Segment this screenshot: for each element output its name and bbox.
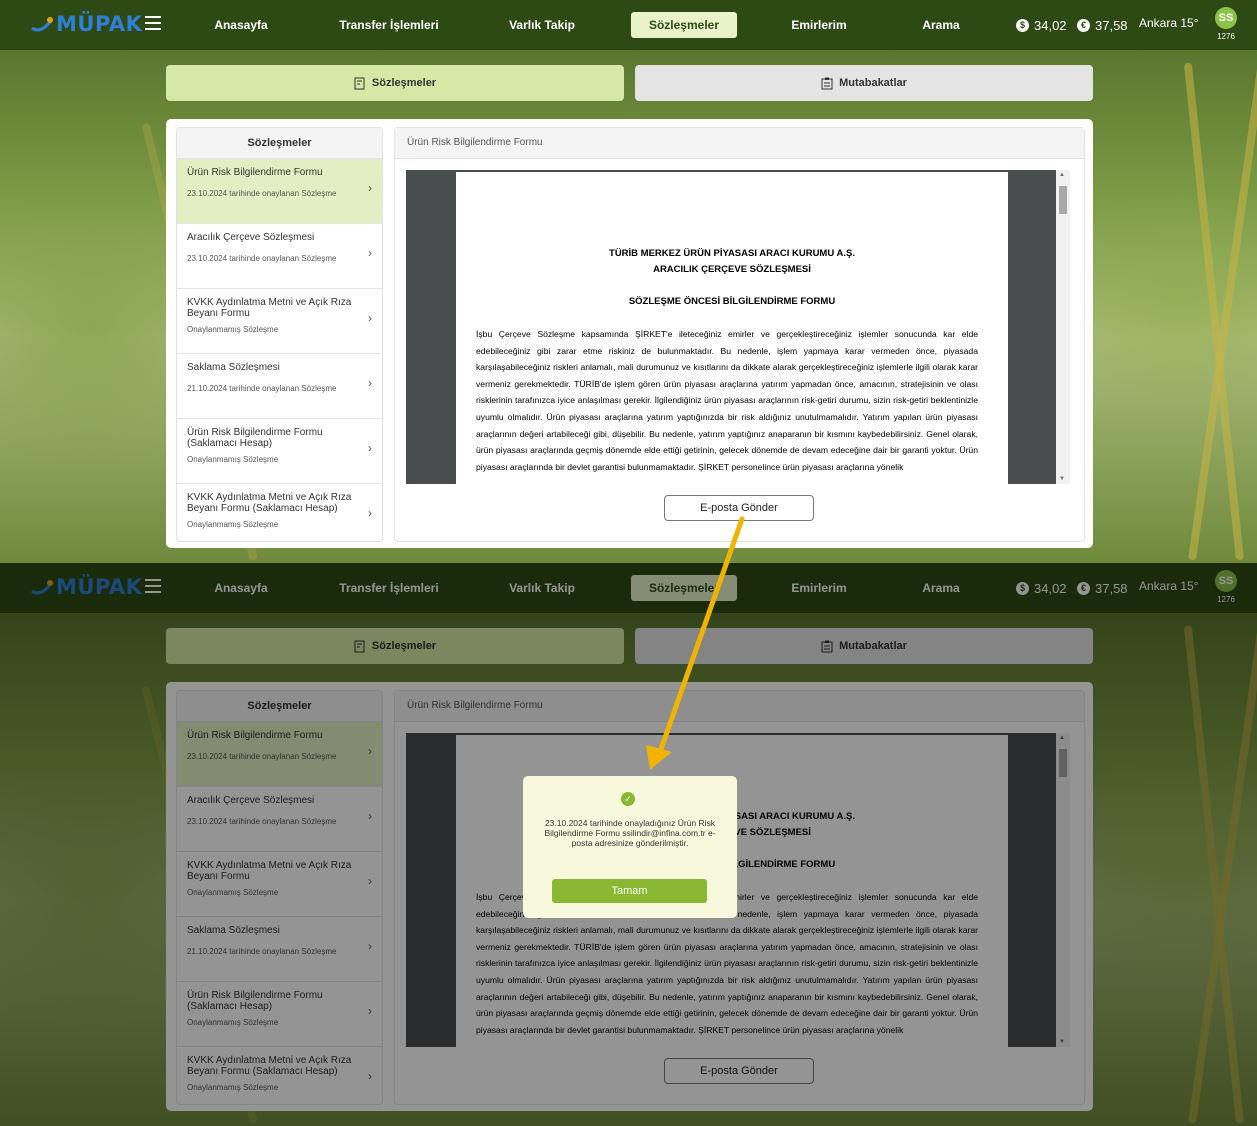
nav-transfer[interactable]: Transfer İşlemleri [335, 12, 443, 38]
nav-anasayfa[interactable]: Anasayfa [205, 12, 277, 38]
contract-item[interactable]: KVKK Aydınlatma Metni ve Açık Rıza Beyan… [177, 289, 382, 354]
contract-item[interactable]: Saklama Sözleşmesi 21.10.2024 tarihinde … [177, 354, 382, 419]
user-number: 1276 [1217, 32, 1235, 41]
top-nav-bar: MÜPAK Anasayfa Transfer İşlemleri Varlık… [0, 0, 1257, 50]
send-email-button[interactable]: E-posta Gönder [664, 495, 814, 521]
success-message: 23.10.2024 tarihinde onayladığınız Ürün … [544, 818, 716, 848]
nav-varlik-takip[interactable]: Varlık Takip [501, 12, 583, 38]
nav-sozlesmeler[interactable]: Sözleşmeler [631, 12, 737, 38]
contract-title: Ürün Risk Bilgilendirme Formu (Saklamacı… [187, 427, 323, 449]
scrollbar-thumb[interactable] [1059, 186, 1067, 214]
success-dialog: ✓ 23.10.2024 tarihinde onayladığınız Ürü… [523, 776, 737, 918]
chevron-right-icon: › [368, 181, 372, 195]
avatar[interactable]: SS [1215, 7, 1237, 29]
chevron-right-icon: › [368, 506, 372, 520]
scrollbar[interactable]: ▲ ▼ [1056, 170, 1070, 484]
usd-value: 34,02 [1034, 17, 1067, 33]
hamburger-menu-icon[interactable] [145, 16, 161, 30]
contract-subtitle: Onaylanmamış Sözleşme [187, 520, 279, 529]
contract-title: KVKK Aydınlatma Metni ve Açık Rıza Beyan… [187, 297, 352, 319]
logo-icon [31, 17, 53, 32]
chevron-right-icon: › [368, 246, 372, 260]
document-section-title: SÖZLEŞME ÖNCESİ BİLGİLENDİRME FORMU [628, 296, 836, 307]
document-title: TÜRİB MERKEZ ÜRÜN PİYASASI ARACI KURUMU … [609, 248, 855, 259]
euro-icon: € [1077, 18, 1090, 32]
contracts-sidebar: Sözleşmeler Ürün Risk Bilgilendirme Form… [176, 127, 383, 542]
document-body: İşbu Çerçeve Sözleşme kapsamında ŞİRKET'… [476, 329, 978, 472]
screen-after: MÜPAK Anasayfa Transfer İşlemleri Varlık… [0, 563, 1257, 1126]
contract-title: Ürün Risk Bilgilendirme Formu [187, 167, 323, 178]
logo[interactable]: MÜPAK [30, 12, 142, 36]
chevron-right-icon: › [368, 376, 372, 390]
tab-sozlesmeler-label: Sözleşmeler [371, 77, 437, 89]
nav-emirlerim[interactable]: Emirlerim [783, 12, 855, 38]
clipboard-icon [821, 77, 833, 89]
tab-sozlesmeler[interactable]: Sözleşmeler [166, 65, 624, 101]
contract-item[interactable]: KVKK Aydınlatma Metni ve Açık Rıza Beyan… [177, 484, 382, 541]
usd-rate: $ 34,02 [1016, 14, 1067, 36]
contract-title: Saklama Sözleşmesi [187, 362, 280, 373]
weather-text: Ankara 15° [1139, 16, 1199, 30]
document-panel-title: Ürün Risk Bilgilendirme Formu [395, 128, 1084, 159]
tab-mutabakatlar-label: Mutabakatlar [839, 77, 907, 89]
contract-item[interactable]: Aracılık Çerçeve Sözleşmesi 23.10.2024 t… [177, 224, 382, 289]
contract-title: KVKK Aydınlatma Metni ve Açık Rıza Beyan… [187, 492, 352, 514]
nav-arama[interactable]: Arama [913, 12, 969, 38]
chevron-right-icon: › [368, 311, 372, 325]
document-subtitle: ARACILIK ÇERÇEVE SÖZLEŞMESİ [653, 264, 811, 275]
check-circle-icon: ✓ [621, 792, 635, 806]
scroll-down-icon[interactable]: ▼ [1059, 476, 1065, 482]
contract-subtitle: 21.10.2024 tarihinde onaylanan Sözleşme [187, 384, 337, 393]
contract-subtitle: 23.10.2024 tarihinde onaylanan Sözleşme [187, 254, 337, 263]
contract-subtitle: Onaylanmamış Sözleşme [187, 455, 279, 464]
ok-button[interactable]: Tamam [552, 879, 707, 903]
contract-item[interactable]: Ürün Risk Bilgilendirme Formu (Saklamacı… [177, 419, 382, 484]
contract-title: Aracılık Çerçeve Sözleşmesi [187, 232, 315, 243]
screen-before: MÜPAK Anasayfa Transfer İşlemleri Varlık… [0, 0, 1257, 563]
eur-rate: € 37,58 [1077, 14, 1128, 36]
tab-mutabakatlar[interactable]: Mutabakatlar [635, 65, 1093, 101]
sidebar-header: Sözleşmeler [177, 128, 382, 159]
pdf-viewer[interactable]: TÜRİB MERKEZ ÜRÜN PİYASASI ARACI KURUMU … [406, 170, 1070, 484]
scroll-up-icon[interactable]: ▲ [1059, 172, 1065, 178]
contract-subtitle: Onaylanmamış Sözleşme [187, 325, 279, 334]
document-icon [354, 77, 365, 89]
contract-item[interactable]: Ürün Risk Bilgilendirme Formu 23.10.2024… [177, 159, 382, 224]
contract-subtitle: 23.10.2024 tarihinde onaylanan Sözleşme [187, 189, 337, 198]
dollar-icon: $ [1016, 18, 1029, 32]
eur-value: 37,58 [1095, 17, 1128, 33]
document-page: TÜRİB MERKEZ ÜRÜN PİYASASI ARACI KURUMU … [456, 172, 1008, 484]
chevron-right-icon: › [368, 441, 372, 455]
logo-text: MÜPAK [56, 12, 143, 36]
